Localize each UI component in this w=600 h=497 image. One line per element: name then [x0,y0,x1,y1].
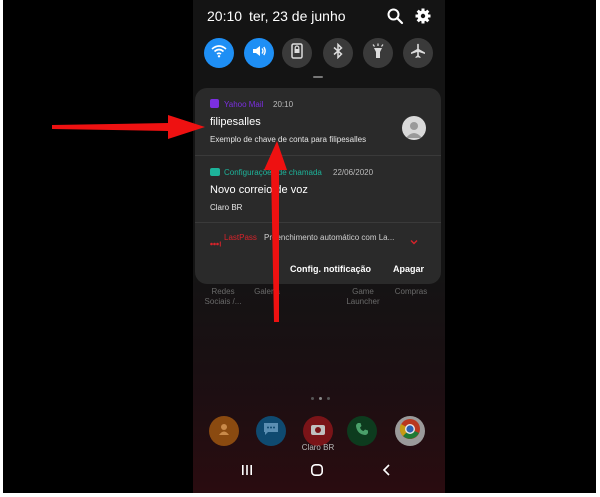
annotation-arrows [52,115,287,322]
red-arrow-pointing-to-notification [52,115,205,139]
red-arrow-pointing-up [264,141,287,322]
